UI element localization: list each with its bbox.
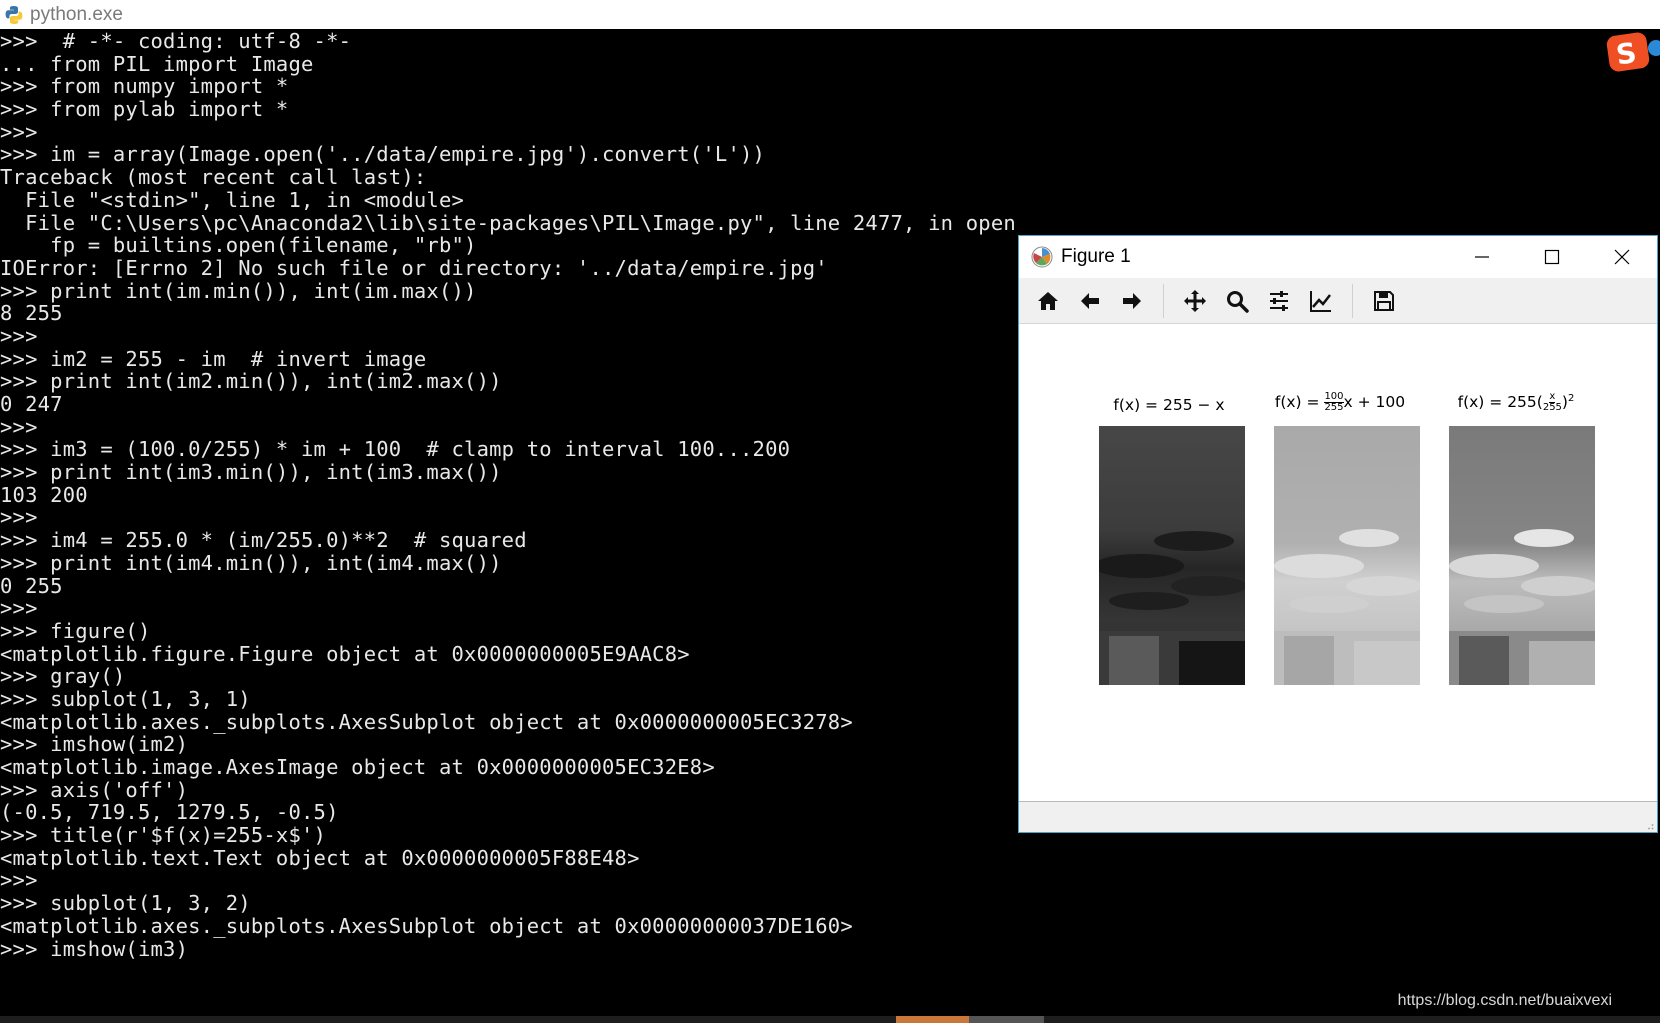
console-line: <matplotlib.axes._subplots.AxesSubplot o… (0, 913, 853, 938)
console-line: Traceback (most recent call last): (0, 165, 427, 190)
configure-subplots-button[interactable] (1258, 283, 1300, 319)
figure-toolbar (1019, 278, 1657, 324)
toolbar-separator (1352, 283, 1353, 318)
maximize-button[interactable] (1517, 236, 1587, 278)
figure-titlebar[interactable]: Figure 1 (1019, 236, 1657, 278)
console-line: File "<stdin>", line 1, in <module> (0, 187, 465, 212)
back-button[interactable] (1069, 283, 1111, 319)
subplot-2-title-prefix: f(x) = (1274, 393, 1325, 411)
figure-window[interactable]: Figure 1 f(x) = 255 − x f(x) = 100 255 x… (1018, 235, 1658, 833)
maximize-icon (1544, 249, 1560, 265)
matplotlib-icon (1031, 246, 1053, 268)
console-line: >>> # -*- coding: utf-8 -*- (0, 29, 352, 53)
home-button[interactable] (1027, 283, 1069, 319)
forward-button[interactable] (1111, 283, 1153, 319)
subplot-3-fraction-den: 255 (1542, 402, 1562, 413)
console-line: >>> (0, 868, 38, 893)
subplot-3-title: f(x) = 255(x 255)2 (1441, 392, 1591, 413)
sogou-ime-icon[interactable]: S (1602, 30, 1660, 72)
subplot-1-image (1099, 426, 1245, 685)
console-line: >>> imshow(im3) (0, 936, 189, 961)
edit-axes-icon (1310, 290, 1331, 312)
figure-statusbar (1019, 801, 1657, 832)
subplot-2-title-suffix: x + 100 (1343, 393, 1406, 411)
console-line: ... from PIL import Image (0, 51, 314, 76)
edit-axes-button[interactable] (1300, 283, 1342, 319)
zoom-button[interactable] (1216, 283, 1258, 319)
subplot-3-image (1449, 426, 1595, 685)
zoom-icon (1227, 290, 1249, 313)
console-line: >>> from numpy import * (0, 74, 289, 99)
subplot-1-title: f(x) = 255 − x (1096, 396, 1242, 414)
figure-canvas[interactable]: f(x) = 255 − x f(x) = 100 255 x + 100 f(x)… (1019, 324, 1657, 800)
toolbar-separator (1163, 283, 1164, 318)
home-icon (1038, 291, 1058, 310)
console-line: >>> subplot(1, 3, 2) (0, 891, 251, 916)
console-titlebar: python.exe (0, 0, 1660, 29)
pan-icon (1184, 289, 1206, 312)
save-button[interactable] (1363, 283, 1405, 319)
close-icon (1614, 249, 1630, 265)
back-arrow-icon (1081, 292, 1099, 309)
console-line: File "C:\Users\pc\Anaconda2\lib\site-pac… (0, 210, 1016, 235)
subplot-2-title: f(x) = 100 255 x + 100 (1267, 392, 1413, 413)
resize-grip-icon[interactable] (1644, 820, 1654, 830)
console-window-title: python.exe (30, 3, 123, 25)
taskbar-item[interactable] (969, 1016, 1044, 1023)
python-icon (5, 5, 23, 24)
taskbar-strip (0, 1016, 1660, 1023)
forward-arrow-icon (1123, 292, 1141, 309)
subplot-3-superscript: 2 (1567, 392, 1575, 404)
subplot-2-fraction-den: 255 (1324, 402, 1344, 413)
subplot-1-title-text: f(x) = 255 − x (1113, 396, 1225, 414)
subplot-2-image (1274, 426, 1420, 685)
console-line: >>> (0, 119, 38, 144)
figure-window-title: Figure 1 (1061, 246, 1131, 267)
save-icon (1374, 290, 1394, 311)
subplot-3-title-prefix: f(x) = 255( (1457, 393, 1543, 411)
watermark: https://blog.csdn.net/buaixvexi (1397, 992, 1612, 1009)
close-button[interactable] (1587, 236, 1657, 278)
console-line: >>> from pylab import * (0, 97, 289, 122)
console-line: <matplotlib.text.Text object at 0x000000… (0, 845, 640, 870)
taskbar-active-item[interactable] (896, 1016, 969, 1023)
minimize-icon (1475, 256, 1489, 258)
pan-button[interactable] (1174, 283, 1216, 319)
console-line: >>> im = array(Image.open('../data/empir… (0, 142, 766, 167)
configure-subplots-icon (1270, 290, 1288, 311)
minimize-button[interactable] (1447, 236, 1517, 278)
